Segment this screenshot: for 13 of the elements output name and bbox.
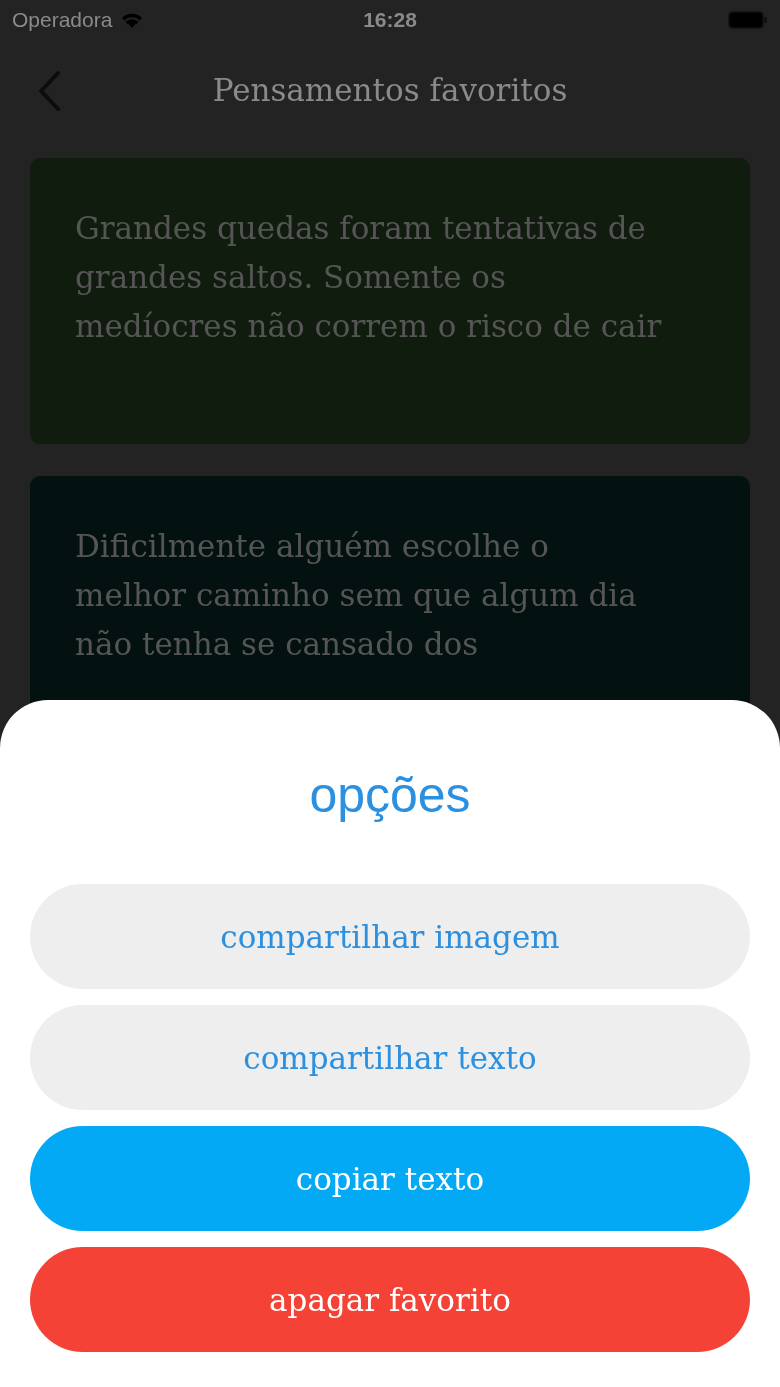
option-button[interactable]: compartilhar imagem: [30, 884, 750, 989]
option-button[interactable]: apagar favorito: [30, 1247, 750, 1352]
quote-card[interactable]: Grandes quedas foram tentativas de grandes saltos. Somente os medíocres não correm o risco de cair: [30, 158, 750, 444]
option-button[interactable]: compartilhar texto: [30, 1005, 750, 1110]
quote-text: Dificilmente alguém escolhe o melhor caminho sem que algum dia não tenha se cansado dos: [75, 527, 638, 664]
sheet-title: opções: [308, 766, 472, 824]
screen-title: Pensamentos favoritos: [212, 72, 568, 108]
option-button[interactable]: copiar texto: [30, 1126, 750, 1231]
carrier-name: Operadora: [12, 8, 113, 32]
wifi-icon: [120, 11, 145, 29]
battery-icon: [728, 10, 768, 30]
status-time: 16:28: [363, 8, 417, 32]
quote-text: Grandes quedas foram tentativas de grandes saltos. Somente os medíocres não correm o risco de cair: [75, 209, 663, 346]
